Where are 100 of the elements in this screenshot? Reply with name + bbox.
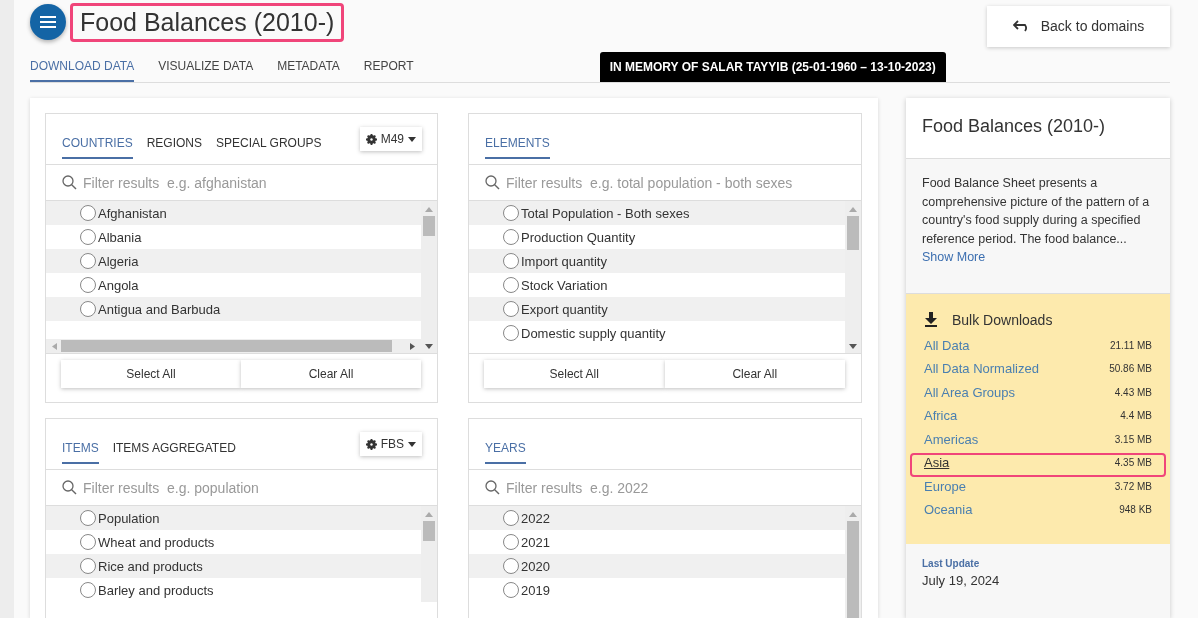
nav-tab[interactable]: METADATA: [277, 59, 340, 82]
selector-tab[interactable]: ELEMENTS: [485, 123, 550, 159]
selector-tab[interactable]: REGIONS: [146, 123, 202, 159]
selector-tab[interactable]: ITEMS AGGREGATED: [112, 428, 236, 464]
radio-button[interactable]: [503, 534, 519, 550]
file-size: 50.86 MB: [1109, 362, 1152, 374]
list-item[interactable]: Production Quantity: [469, 225, 845, 249]
radio-button[interactable]: [503, 325, 519, 341]
radio-button[interactable]: [80, 301, 96, 317]
filter-field[interactable]: Filter results e.g. total population - both sexes: [506, 174, 861, 191]
scroll-right-icon[interactable]: [410, 342, 415, 350]
list-item[interactable]: Import quantity: [469, 249, 845, 273]
list-item[interactable]: 2020: [469, 554, 845, 578]
description-text: Food Balance Sheet presents a comprehensive picture of the pattern of a country's food supply during a specified reference period. The food balance... Show More: [906, 159, 1170, 294]
scroll-up-icon[interactable]: [849, 207, 857, 212]
radio-button[interactable]: [503, 205, 519, 221]
filter-field[interactable]: Filter results e.g. population: [83, 479, 437, 496]
list-item[interactable]: Afghanistan: [46, 201, 421, 225]
radio-button[interactable]: [80, 205, 96, 221]
caret-icon: [408, 136, 416, 142]
list-item[interactable]: Population: [46, 506, 421, 530]
radio-button[interactable]: [80, 510, 96, 526]
selector-tab[interactable]: SPECIAL GROUPS: [216, 123, 322, 159]
gear-icon: [365, 133, 377, 145]
radio-button[interactable]: [80, 582, 96, 598]
list-item[interactable]: Albania: [46, 225, 421, 249]
panel-button[interactable]: Clear All: [664, 360, 845, 388]
scroll-thumb[interactable]: [61, 340, 392, 352]
list-item[interactable]: Angola: [46, 273, 421, 297]
filter-field[interactable]: Filter results e.g. 2022: [506, 479, 861, 496]
radio-button[interactable]: [80, 534, 96, 550]
memorial-banner: IN MEMORY OF SALAR TAYYIB (25-01-1960 – 13-10-2023): [599, 52, 946, 82]
filter-field[interactable]: Filter results e.g. afghanistan: [83, 174, 437, 191]
download-link[interactable]: Oceania: [924, 502, 973, 517]
scroll-down-icon[interactable]: [425, 344, 433, 349]
file-size: 3.15 MB: [1114, 432, 1152, 445]
menu-button[interactable]: [30, 4, 66, 40]
list-item[interactable]: 2021: [469, 530, 845, 554]
radio-button[interactable]: [503, 229, 519, 245]
download-link[interactable]: Americas: [924, 431, 979, 447]
file-size: 4.4 MB: [1120, 409, 1152, 421]
panel-button[interactable]: Select All: [61, 360, 241, 388]
list-item[interactable]: Barley and products: [46, 578, 421, 602]
radio-button[interactable]: [503, 301, 519, 317]
radio-button[interactable]: [503, 510, 519, 526]
list-item[interactable]: Antigua and Barbuda: [46, 297, 421, 321]
caret-icon: [408, 441, 416, 447]
list-item[interactable]: Domestic supply quantity: [469, 321, 845, 345]
nav-tab[interactable]: DOWNLOAD DATA: [30, 59, 135, 82]
list-item[interactable]: Export quantity: [469, 297, 845, 321]
radio-button[interactable]: [80, 558, 96, 574]
scroll-up-icon[interactable]: [425, 207, 433, 212]
code-dropdown[interactable]: M49: [359, 127, 422, 151]
list-item[interactable]: Total Population - Both sexes: [469, 201, 845, 225]
radio-button[interactable]: [503, 582, 519, 598]
radio-button[interactable]: [80, 229, 96, 245]
scroll-thumb[interactable]: [423, 216, 435, 236]
search-icon: [62, 175, 77, 190]
download-link[interactable]: Asia: [924, 455, 950, 470]
scroll-down-icon[interactable]: [849, 344, 857, 349]
file-size: 21.11 MB: [1109, 338, 1152, 351]
nav-tab[interactable]: VISUALIZE DATA: [158, 59, 254, 82]
last-update-date: July 19, 2024: [922, 572, 1001, 588]
search-icon: [485, 480, 500, 495]
list-item[interactable]: Rice and products: [46, 554, 421, 578]
nav-tab[interactable]: REPORT: [363, 59, 414, 82]
radio-button[interactable]: [80, 253, 96, 269]
panel-button[interactable]: Clear All: [241, 360, 421, 388]
selector-tab[interactable]: COUNTRIES: [62, 123, 133, 159]
list-item[interactable]: 2019: [469, 578, 845, 602]
list-item[interactable]: Wheat and products: [46, 530, 421, 554]
download-link[interactable]: Europe: [924, 478, 966, 494]
radio-button[interactable]: [503, 558, 519, 574]
list-item[interactable]: Stock Variation: [469, 273, 845, 297]
code-dropdown[interactable]: FBS: [359, 432, 422, 456]
download-link[interactable]: All Area Groups: [924, 384, 1016, 400]
list-item[interactable]: 2022: [469, 506, 845, 530]
scroll-thumb[interactable]: [847, 521, 859, 618]
selector-tab[interactable]: YEARS: [485, 428, 526, 464]
scroll-left-icon[interactable]: [52, 342, 57, 350]
show-more-link[interactable]: Show More: [922, 250, 986, 264]
panel-button[interactable]: Select All: [484, 360, 665, 388]
radio-button[interactable]: [80, 277, 96, 293]
radio-button[interactable]: [503, 253, 519, 269]
scroll-up-icon[interactable]: [425, 512, 433, 517]
file-size: 948 KB: [1119, 503, 1152, 515]
download-link[interactable]: All Data Normalized: [924, 361, 1039, 376]
scroll-up-icon[interactable]: [849, 512, 857, 517]
back-button[interactable]: Back to domains: [987, 5, 1170, 47]
gear-icon: [365, 438, 377, 450]
menu-icon: [40, 16, 56, 28]
scroll-thumb[interactable]: [847, 216, 859, 250]
selector-tab[interactable]: ITEMS: [62, 428, 99, 464]
scroll-thumb[interactable]: [423, 521, 435, 541]
radio-button[interactable]: [503, 277, 519, 293]
download-link[interactable]: Africa: [924, 408, 958, 423]
download-link[interactable]: All Data: [924, 337, 970, 353]
bulk-downloads-title: Bulk Downloads: [952, 311, 1053, 328]
list-item[interactable]: Algeria: [46, 249, 421, 273]
search-icon: [485, 175, 500, 190]
